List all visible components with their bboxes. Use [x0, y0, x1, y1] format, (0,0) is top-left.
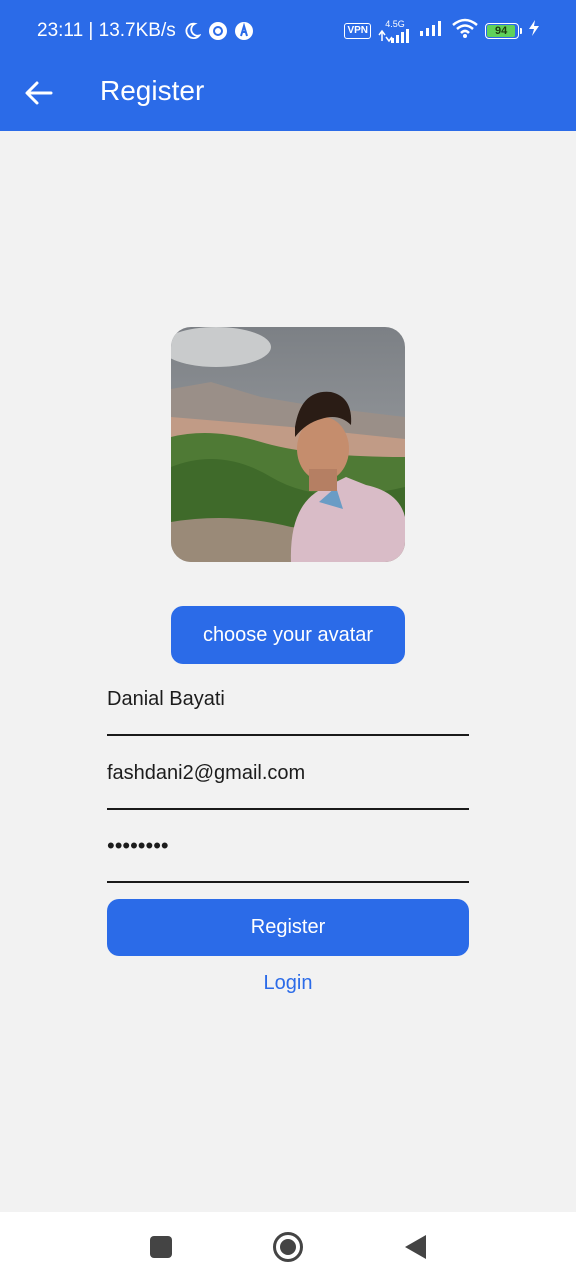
recents-square-icon: [150, 1236, 172, 1258]
settings-dot-icon: [208, 21, 228, 41]
battery-indicator: 94: [485, 23, 522, 39]
email-field-container: [107, 750, 469, 810]
network-type: 4.5G: [385, 18, 405, 29]
back-triangle-icon: [405, 1235, 426, 1259]
status-time-speed: 23:11 | 13.7KB/s: [37, 20, 176, 41]
name-field-container: [107, 676, 469, 736]
name-field[interactable]: [107, 676, 469, 734]
recents-button[interactable]: [145, 1231, 177, 1263]
home-button[interactable]: [272, 1231, 304, 1263]
password-field-container: [107, 823, 469, 883]
signal-icon: 4.5G: [377, 18, 413, 43]
page-title: Register: [100, 75, 205, 106]
arrow-left-icon: [25, 81, 53, 105]
home-circle-icon: [273, 1232, 303, 1262]
choose-avatar-button[interactable]: choose your avatar: [171, 606, 405, 664]
avatar-photo: [171, 327, 405, 562]
status-right: VPN 4.5G 94: [344, 18, 540, 44]
register-button[interactable]: Register: [107, 899, 469, 956]
status-left: 23:11 | 13.7KB/s: [37, 20, 254, 42]
app-dot-icon: [234, 21, 254, 41]
charging-icon: [528, 19, 540, 43]
wifi-icon: [451, 18, 479, 44]
login-link[interactable]: Login: [0, 972, 576, 995]
status-bar: 23:11 | 13.7KB/s VPN 4.5G 94: [0, 0, 576, 62]
app-bar: Register: [0, 62, 576, 131]
back-button[interactable]: [22, 76, 56, 110]
navigation-bar: [0, 1212, 576, 1280]
password-field[interactable]: [107, 823, 469, 881]
vpn-badge: VPN: [344, 23, 371, 39]
battery-level: 94: [487, 25, 516, 37]
signal-icon-2: [419, 20, 445, 42]
nav-back-button[interactable]: [399, 1231, 431, 1263]
email-field[interactable]: [107, 750, 469, 808]
avatar-image[interactable]: [171, 327, 405, 562]
moon-icon: [182, 21, 202, 41]
